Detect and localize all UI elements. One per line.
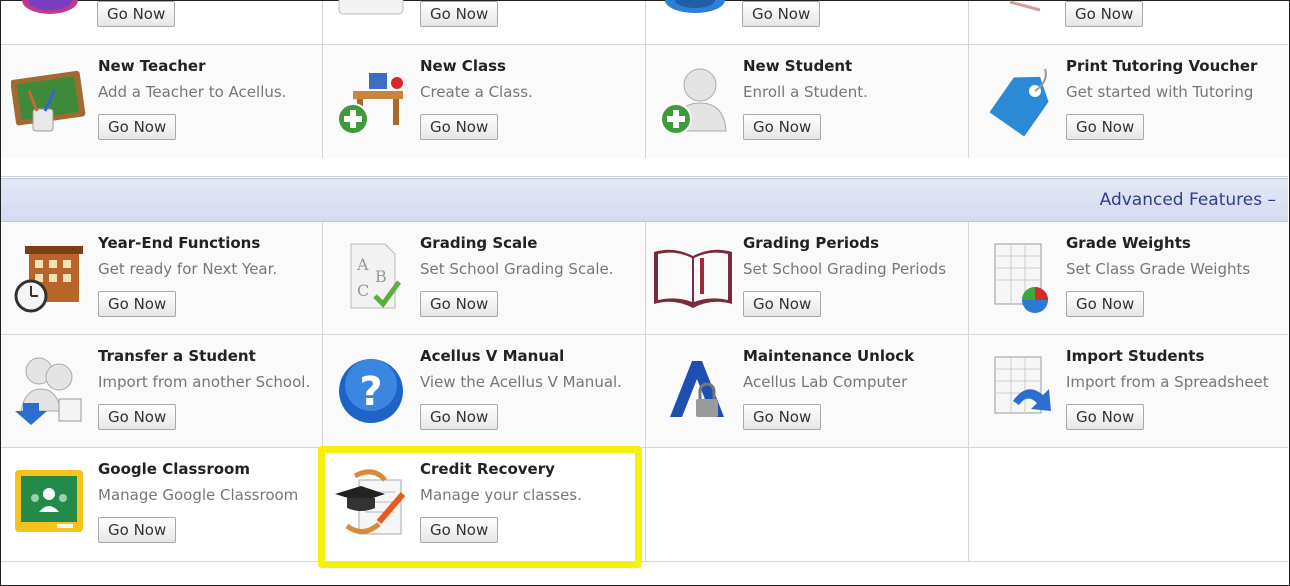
import-students-card: Import Students Import from a Spreadshee… bbox=[969, 335, 1290, 447]
acellus-v-manual-card: ? Acellus V Manual View the Acellus V Ma… bbox=[323, 335, 645, 447]
spreadsheet-pie-icon bbox=[994, 243, 1048, 313]
grade-weights-card: Grade Weights Set Class Grade Weights Go… bbox=[969, 222, 1290, 334]
card-title: Grade Weights bbox=[1066, 234, 1191, 252]
spreadsheet-import-icon bbox=[994, 356, 1051, 414]
go-now-button[interactable]: Go Now bbox=[1066, 114, 1145, 140]
graduation-pencil-icon bbox=[335, 469, 406, 535]
advanced-features-bar: Advanced Features – bbox=[1, 178, 1288, 222]
grading-scale-card: A B C Grading Scale Set School Grading S… bbox=[323, 222, 645, 334]
tag-icon bbox=[989, 68, 1049, 137]
open-book-icon bbox=[654, 249, 732, 308]
go-now-button[interactable]: Go Now bbox=[743, 114, 822, 140]
card-title: New Student bbox=[743, 57, 853, 75]
go-now-button[interactable]: Go Now bbox=[98, 291, 177, 317]
year-end-functions-card: Year-End Functions Get ready for Next Ye… bbox=[1, 222, 323, 334]
card-title: Maintenance Unlock bbox=[743, 347, 915, 365]
google-classroom-card: Google Classroom Manage Google Classroom… bbox=[1, 448, 323, 560]
card-title: Print Tutoring Voucher bbox=[1066, 57, 1258, 75]
card-description: Set School Grading Scale. bbox=[420, 260, 614, 278]
go-now-button[interactable]: Go Now bbox=[98, 114, 177, 140]
advanced-features-toggle[interactable]: Advanced Features – bbox=[1100, 190, 1276, 210]
disk-icon bbox=[665, 0, 725, 13]
acellus-lock-icon bbox=[670, 361, 724, 417]
credit-recovery-card: Credit Recovery Manage your classes. Go … bbox=[323, 448, 645, 560]
desk-add-icon bbox=[337, 73, 403, 135]
card-title: Transfer a Student bbox=[98, 347, 256, 365]
users-transfer-icon bbox=[15, 357, 82, 425]
transfer-a-student-card: Transfer a Student Import from another S… bbox=[1, 335, 323, 447]
go-now-button[interactable]: Go Now bbox=[743, 404, 822, 430]
go-now-button[interactable]: Go Now bbox=[1066, 404, 1145, 430]
chalkboard-icon bbox=[11, 70, 86, 132]
card-description: Acellus Lab Computer bbox=[743, 373, 908, 391]
card-title: Grading Periods bbox=[743, 234, 880, 252]
card-title: Import Students bbox=[1066, 347, 1205, 365]
section-gap bbox=[1, 158, 1288, 177]
help-question-icon: ? bbox=[339, 359, 403, 423]
go-now-button[interactable]: Go Now bbox=[420, 404, 499, 430]
go-now-button[interactable]: Go Now bbox=[98, 404, 177, 430]
card-description: Add a Teacher to Acellus. bbox=[98, 83, 287, 101]
svg-text:B: B bbox=[375, 267, 387, 286]
card-description: Manage your classes. bbox=[420, 486, 582, 504]
card-description: Manage Google Classroom bbox=[98, 486, 299, 504]
pencil-icon bbox=[1009, 0, 1041, 12]
card-description: Get started with Tutoring bbox=[1066, 83, 1254, 101]
new-teacher-card: New Teacher Add a Teacher to Acellus. Go… bbox=[1, 45, 323, 157]
go-now-button[interactable]: Go Now bbox=[743, 291, 822, 317]
card-description: View the Acellus V Manual. bbox=[420, 373, 622, 391]
document-icon bbox=[338, 0, 404, 15]
card-description: Import from a Spreadsheet bbox=[1066, 373, 1269, 391]
globe-icon bbox=[22, 0, 78, 14]
svg-text:A: A bbox=[356, 255, 369, 274]
go-now-button[interactable]: Go Now bbox=[1065, 1, 1144, 27]
user-add-icon bbox=[660, 68, 727, 135]
abc-checkmark-icon: A B C bbox=[350, 243, 402, 309]
card-description: Get ready for Next Year. bbox=[98, 260, 278, 278]
new-student-card: New Student Enroll a Student. Go Now bbox=[646, 45, 968, 157]
card-title: Google Classroom bbox=[98, 460, 250, 478]
grading-periods-card: Grading Periods Set School Grading Perio… bbox=[646, 222, 968, 334]
card-title: Grading Scale bbox=[420, 234, 538, 252]
go-now-button[interactable]: Go Now bbox=[742, 1, 821, 27]
card-description: Set School Grading Periods bbox=[743, 260, 947, 278]
svg-text:C: C bbox=[357, 281, 369, 300]
new-class-card: New Class Create a Class. Go Now bbox=[323, 45, 645, 157]
go-now-button[interactable]: Go Now bbox=[420, 1, 499, 27]
go-now-button[interactable]: Go Now bbox=[420, 517, 499, 543]
card-description: Import from another School. bbox=[98, 373, 311, 391]
school-clock-icon bbox=[14, 246, 83, 313]
print-tutoring-voucher-card: Print Tutoring Voucher Get started with … bbox=[969, 45, 1290, 157]
card-title: New Teacher bbox=[98, 57, 206, 75]
go-now-button[interactable]: Go Now bbox=[97, 1, 176, 27]
card-title: New Class bbox=[420, 57, 506, 75]
card-title: Credit Recovery bbox=[420, 460, 555, 478]
go-now-button[interactable]: Go Now bbox=[98, 517, 177, 543]
go-now-button[interactable]: Go Now bbox=[420, 114, 499, 140]
card-title: Acellus V Manual bbox=[420, 347, 565, 365]
go-now-button[interactable]: Go Now bbox=[420, 291, 499, 317]
maintenance-unlock-card: Maintenance Unlock Acellus Lab Computer … bbox=[646, 335, 968, 447]
card-description: Create a Class. bbox=[420, 83, 533, 101]
go-now-button[interactable]: Go Now bbox=[1066, 291, 1145, 317]
google-classroom-icon bbox=[15, 470, 83, 532]
card-description: Enroll a Student. bbox=[743, 83, 868, 101]
card-title: Year-End Functions bbox=[98, 234, 261, 252]
card-description: Set Class Grade Weights bbox=[1066, 260, 1251, 278]
svg-text:?: ? bbox=[359, 369, 382, 415]
